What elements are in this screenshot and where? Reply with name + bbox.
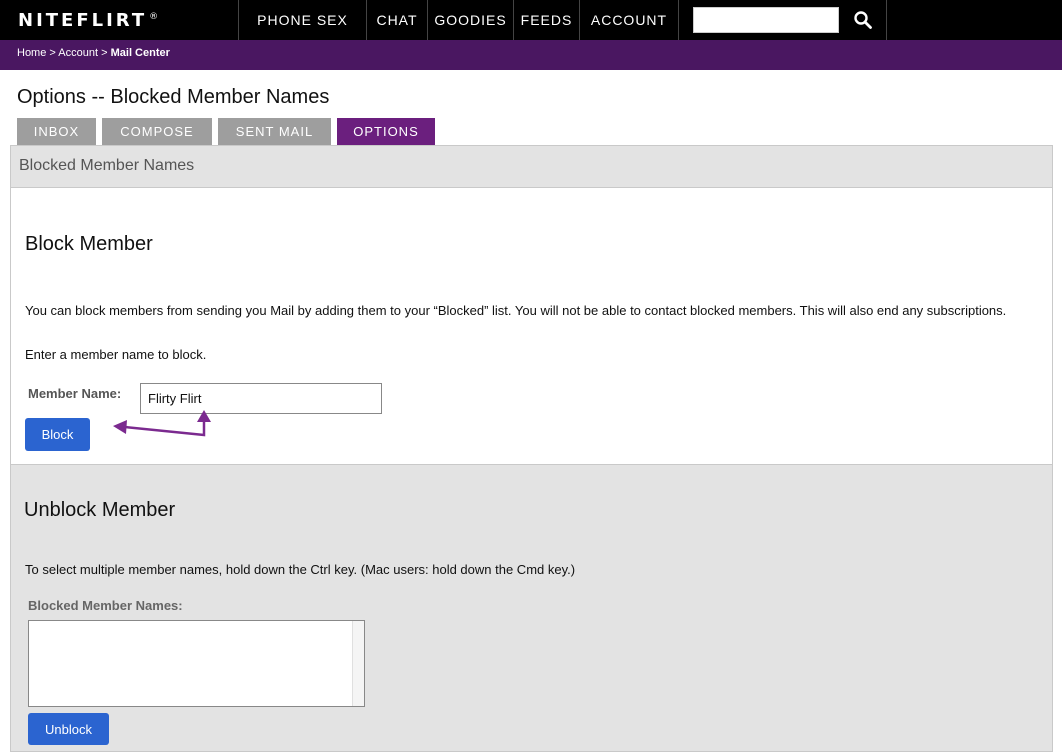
unblock-button[interactable]: Unblock [28, 713, 109, 745]
tab-label: INBOX [33, 124, 80, 139]
search-input[interactable] [693, 7, 839, 33]
unblock-description: To select multiple member names, hold do… [25, 562, 576, 577]
nav-item-feeds[interactable]: FEEDS [513, 0, 579, 40]
nav-label: PHONE SEX [257, 12, 348, 28]
block-prompt: Enter a member name to block. [25, 347, 207, 362]
breadcrumb: Home > Account > Mail Center [0, 40, 1062, 70]
block-member-heading: Block Member [25, 233, 153, 255]
nav-label: GOODIES [434, 12, 507, 28]
nav-label: CHAT [376, 12, 418, 28]
logo-text: NITEFLIRT [18, 9, 148, 31]
breadcrumb-separator: > [101, 47, 108, 59]
nav-label: FEEDS [520, 12, 573, 28]
tab-label: SENT MAIL [235, 124, 314, 139]
panel-header: Blocked Member Names [11, 146, 1052, 188]
tab-compose[interactable]: COMPOSE [102, 118, 212, 145]
block-description: You can block members from sending you M… [25, 303, 1007, 318]
blocked-names-listbox[interactable] [28, 620, 365, 707]
breadcrumb-home[interactable]: Home [17, 47, 46, 59]
tab-options[interactable]: OPTIONS [337, 118, 435, 145]
tab-inbox[interactable]: INBOX [17, 118, 96, 145]
tab-label: COMPOSE [120, 124, 194, 139]
blocked-names-label: Blocked Member Names: [28, 598, 183, 613]
mail-tabs: INBOX COMPOSE SENT MAIL OPTIONS [17, 118, 441, 145]
tab-label: OPTIONS [353, 124, 419, 139]
nav-item-chat[interactable]: CHAT [366, 0, 427, 40]
annotation-arrow-icon [113, 410, 211, 437]
tab-sent-mail[interactable]: SENT MAIL [218, 118, 331, 145]
block-member-section: Block Member You can block members from … [11, 188, 1052, 464]
nav-item-account[interactable]: ACCOUNT [579, 0, 679, 40]
member-name-label: Member Name: [28, 386, 122, 401]
logo-registered-mark: ® [149, 12, 159, 22]
site-logo[interactable]: NITEFLIRT ® [0, 0, 238, 40]
search-area [679, 0, 839, 40]
nav-item-phone-sex[interactable]: PHONE SEX [238, 0, 366, 40]
options-panel: Blocked Member Names Block Member You ca… [10, 145, 1053, 752]
listbox-scrollbar[interactable] [352, 621, 364, 706]
breadcrumb-separator: > [49, 47, 56, 59]
page-title: Options -- Blocked Member Names [17, 86, 330, 108]
nav-label: ACCOUNT [590, 12, 668, 28]
unblock-member-heading: Unblock Member [24, 499, 176, 521]
search-button[interactable] [839, 0, 887, 40]
search-icon [853, 11, 872, 29]
breadcrumb-account[interactable]: Account [58, 47, 98, 59]
unblock-member-section: Unblock Member To select multiple member… [11, 464, 1052, 751]
block-button[interactable]: Block [25, 418, 90, 451]
breadcrumb-current: Mail Center [110, 47, 170, 59]
top-navigation: NITEFLIRT ® PHONE SEX CHAT GOODIES FEEDS … [0, 0, 1062, 40]
nav-item-goodies[interactable]: GOODIES [427, 0, 513, 40]
